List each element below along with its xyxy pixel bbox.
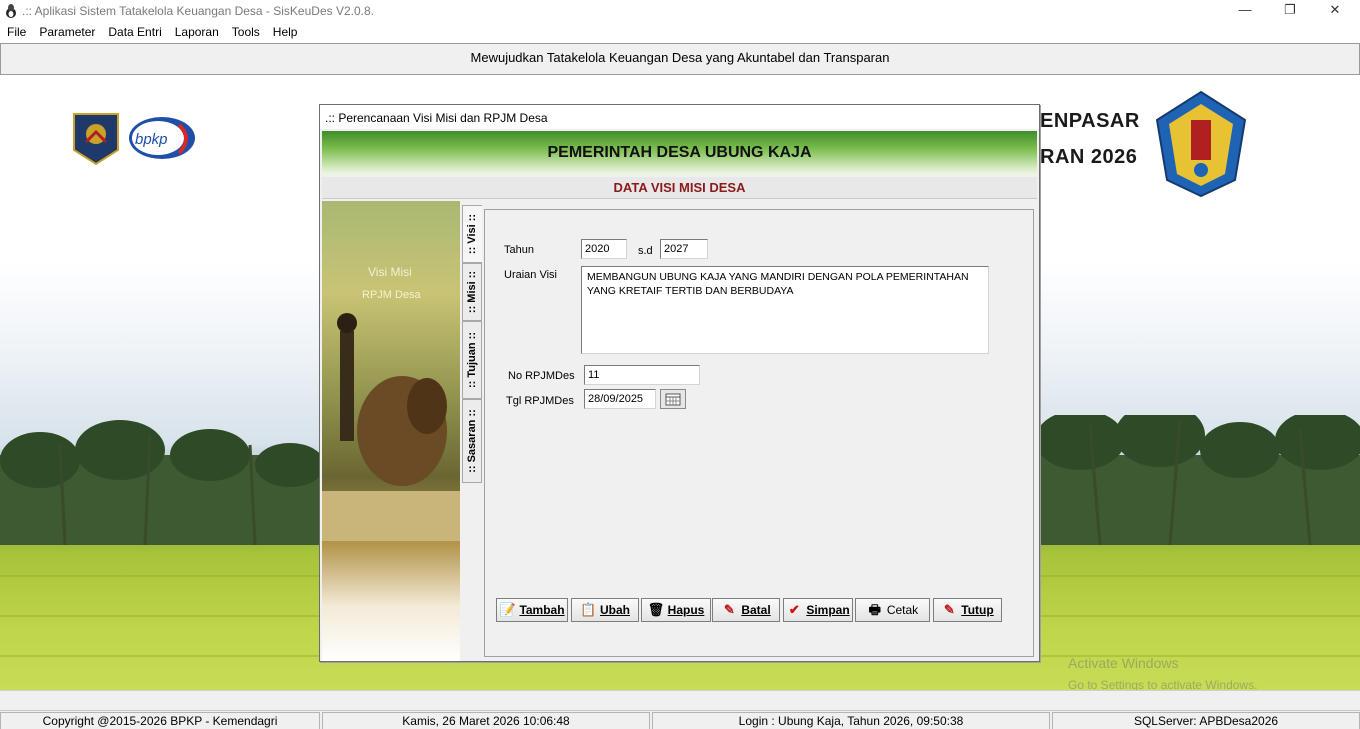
motto-banner: Mewujudkan Tatakelola Keuangan Desa yang… — [0, 43, 1360, 75]
visi-misi-dialog: .:: Perencanaan Visi Misi dan RPJM Desa … — [319, 104, 1040, 662]
menu-laporan[interactable]: Laporan — [168, 23, 225, 39]
menu-tools[interactable]: Tools — [225, 23, 266, 39]
window-title: .:: Aplikasi Sistem Tatakelola Keuangan … — [22, 4, 374, 18]
kemendagri-logo — [73, 113, 119, 166]
region-title: ENPASAR — [1040, 110, 1140, 132]
tutup-icon: ✎ — [943, 602, 955, 617]
tahun-label: Tahun — [504, 244, 534, 256]
check-icon: ✔ — [788, 602, 800, 617]
maximize-button[interactable]: ❐ — [1267, 0, 1313, 22]
menu-help[interactable]: Help — [266, 23, 304, 39]
title-bar: .:: Aplikasi Sistem Tatakelola Keuangan … — [0, 0, 1360, 23]
tambah-icon: 📝 — [499, 602, 516, 617]
ubah-icon: 📋 — [580, 602, 597, 617]
menu-data-entri[interactable]: Data Entri — [101, 23, 167, 39]
calendar-button[interactable] — [660, 389, 686, 409]
side-text-rpjm: RPJM Desa — [362, 289, 421, 301]
farmer-illustration — [322, 313, 460, 541]
hapus-button[interactable]: 🗑 Hapus — [641, 598, 711, 622]
tab-tujuan[interactable]: :: Tujuan :: — [462, 321, 482, 399]
no-rpjmdes-label: No RPJMDes — [508, 370, 575, 382]
cetak-button[interactable]: 🖶 Cetak — [855, 598, 930, 622]
tgl-rpjmdes-input[interactable]: 28/09/2025 — [584, 389, 656, 409]
denpasar-emblem — [1155, 90, 1247, 198]
app-icon — [6, 4, 16, 18]
bpkp-logo-text: bpkp — [135, 131, 168, 148]
ubah-button[interactable]: 📋 Ubah — [571, 598, 639, 622]
no-rpjmdes-input[interactable]: 11 — [584, 365, 700, 385]
tambah-button[interactable]: 📝 Tambah — [496, 598, 568, 622]
activation-watermark: Activate Windows — [1068, 655, 1179, 671]
menu-parameter[interactable]: Parameter — [32, 23, 101, 39]
calendar-icon — [665, 393, 681, 406]
form-panel: Tahun 2020 s.d 2027 Uraian Visi MEMBANGU… — [484, 209, 1034, 657]
menu-file[interactable]: File — [0, 23, 32, 39]
status-login: Login : Ubung Kaja, Tahun 2026, 09:50:38 — [652, 712, 1050, 729]
tgl-rpjmdes-label: Tgl RPJMDes — [506, 395, 574, 407]
year-title: RAN 2026 — [1040, 146, 1138, 168]
close-button[interactable]: ✕ — [1312, 0, 1358, 22]
side-text-visi-misi: Visi Misi — [368, 265, 412, 279]
minimize-button[interactable]: — — [1222, 0, 1268, 22]
bpkp-logo: bpkp — [129, 117, 195, 159]
dialog-title: .:: Perencanaan Visi Misi dan RPJM Desa — [320, 105, 1039, 129]
sd-label: s.d — [638, 245, 653, 257]
status-copyright: Copyright @2015-2026 BPKP - Kemendagri — [0, 712, 320, 729]
tahun-from-input[interactable]: 2020 — [581, 239, 627, 259]
tab-strip: :: Visi :: :: Misi :: :: Tujuan :: :: Sa… — [462, 201, 482, 661]
uraian-visi-label: Uraian Visi — [504, 269, 557, 281]
printer-icon: 🖶 — [868, 602, 881, 617]
status-server: SQLServer: APBDesa2026 — [1052, 712, 1360, 729]
menu-bar: File Parameter Data Entri Laporan Tools Help — [0, 23, 1360, 43]
status-bar: Copyright @2015-2026 BPKP - Kemendagri K… — [0, 690, 1360, 729]
simpan-button[interactable]: ✔ Simpan — [783, 598, 853, 622]
tab-sasaran[interactable]: :: Sasaran :: — [462, 399, 482, 483]
tab-misi[interactable]: :: Misi :: — [462, 263, 482, 321]
status-datetime: Kamis, 26 Maret 2026 10:06:48 — [322, 712, 650, 729]
batal-icon: ✎ — [723, 602, 735, 617]
uraian-visi-textarea[interactable]: MEMBANGUN UBUNG KAJA YANG MANDIRI DENGAN… — [581, 266, 989, 354]
side-illustration: Visi Misi RPJM Desa — [322, 201, 460, 661]
tahun-to-input[interactable]: 2027 — [660, 239, 708, 259]
dialog-banner: PEMERINTAH DESA UBUNG KAJA — [322, 131, 1037, 175]
tab-visi[interactable]: :: Visi :: — [462, 205, 482, 263]
tutup-button[interactable]: ✎ Tutup — [933, 598, 1002, 622]
batal-button[interactable]: ✎ Batal — [712, 598, 780, 622]
hapus-icon: 🗑 — [647, 602, 665, 617]
dialog-subtitle: DATA VISI MISI DESA — [322, 177, 1037, 199]
